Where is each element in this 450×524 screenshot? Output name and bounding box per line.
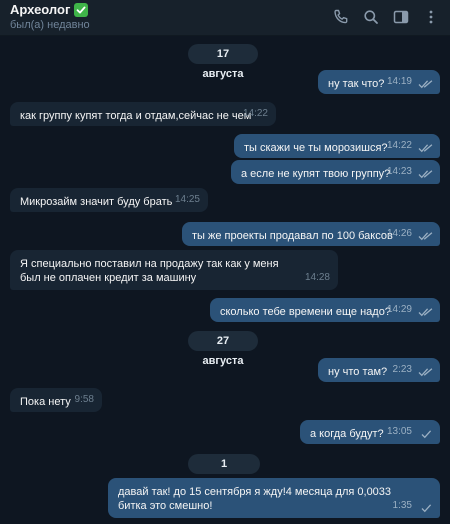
message-text: сколько тебе времени еще надо? — [220, 306, 391, 318]
double-check-icon — [418, 307, 434, 317]
message-text: ты же проекты продавал по 100 баксов — [192, 230, 393, 242]
single-check-icon — [418, 429, 434, 439]
message-time: 13:05 — [386, 426, 412, 437]
double-check-icon — [418, 79, 434, 89]
message-time: 14:26 — [386, 228, 412, 239]
message-time: 14:22 — [242, 108, 268, 119]
message-outgoing[interactable]: ты же проекты продавал по 100 баксов 14:… — [182, 222, 440, 246]
message-time: 14:29 — [386, 304, 412, 315]
date-separator: 1 сентября — [188, 454, 260, 490]
message-text: Микрозайм значит буду брать — [20, 196, 173, 208]
message-text: ты скажи че ты морозишся? — [244, 142, 388, 154]
message-text: Я специально поставил на продажу так как… — [20, 258, 279, 284]
message-text: а есле не купят твою группу? — [241, 168, 391, 180]
sidebar-icon[interactable] — [392, 8, 410, 26]
double-check-icon — [418, 367, 434, 377]
double-check-icon — [418, 143, 434, 153]
message-time: 14:23 — [386, 166, 412, 177]
date-separator: 27 августа — [188, 331, 258, 367]
message-time: 14:25 — [174, 194, 200, 205]
contact-status: был(а) недавно — [10, 19, 90, 31]
message-list[interactable]: 17 августа ну так что? 14:19 как группу … — [0, 36, 450, 524]
message-outgoing[interactable]: давай так! до 15 сентября я жду!4 месяца… — [108, 478, 440, 518]
single-check-icon — [418, 503, 434, 513]
message-incoming[interactable]: как группу купят тогда и отдам,сейчас не… — [10, 102, 276, 126]
message-text: как группу купят тогда и отдам,сейчас не… — [20, 110, 252, 122]
message-time: 14:22 — [386, 140, 412, 151]
contact-name: Археолог — [10, 2, 71, 17]
more-icon[interactable] — [422, 8, 440, 26]
double-check-icon — [418, 231, 434, 241]
check-mark-emoji — [74, 2, 89, 17]
double-check-icon — [418, 169, 434, 179]
message-text: ну что там? — [328, 366, 388, 378]
message-incoming[interactable]: Пока нету 9:58 — [10, 388, 102, 412]
message-time: 1:35 — [392, 500, 412, 511]
message-outgoing[interactable]: а когда будут? 13:05 — [300, 420, 440, 444]
message-outgoing[interactable]: ну так что? 14:19 — [318, 70, 440, 94]
message-outgoing[interactable]: а есле не купят твою группу? 14:23 — [231, 160, 440, 184]
message-time: 9:58 — [74, 394, 94, 405]
date-separator: 17 августа — [188, 44, 258, 80]
message-incoming[interactable]: Я специально поставил на продажу так как… — [10, 250, 338, 290]
search-icon[interactable] — [362, 8, 380, 26]
message-text: а когда будут? — [310, 428, 384, 440]
message-time: 14:28 — [304, 272, 330, 283]
chat-header: Археолог был(а) недавно — [0, 0, 450, 36]
message-time: 2:23 — [392, 364, 412, 375]
phone-icon[interactable] — [332, 8, 350, 26]
message-incoming[interactable]: Микрозайм значит буду брать 14:25 — [10, 188, 208, 212]
message-time: 14:19 — [386, 76, 412, 87]
message-text: Пока нету — [20, 396, 71, 408]
message-outgoing[interactable]: ну что там? 2:23 — [318, 358, 440, 382]
message-text: ну так что? — [328, 78, 385, 90]
message-outgoing[interactable]: сколько тебе времени еще надо? 14:29 — [210, 298, 440, 322]
contact-title[interactable]: Археолог — [10, 2, 89, 17]
message-outgoing[interactable]: ты скажи че ты морозишся? 14:22 — [234, 134, 440, 158]
message-text: давай так! до 15 сентября я жду!4 месяца… — [118, 486, 392, 512]
